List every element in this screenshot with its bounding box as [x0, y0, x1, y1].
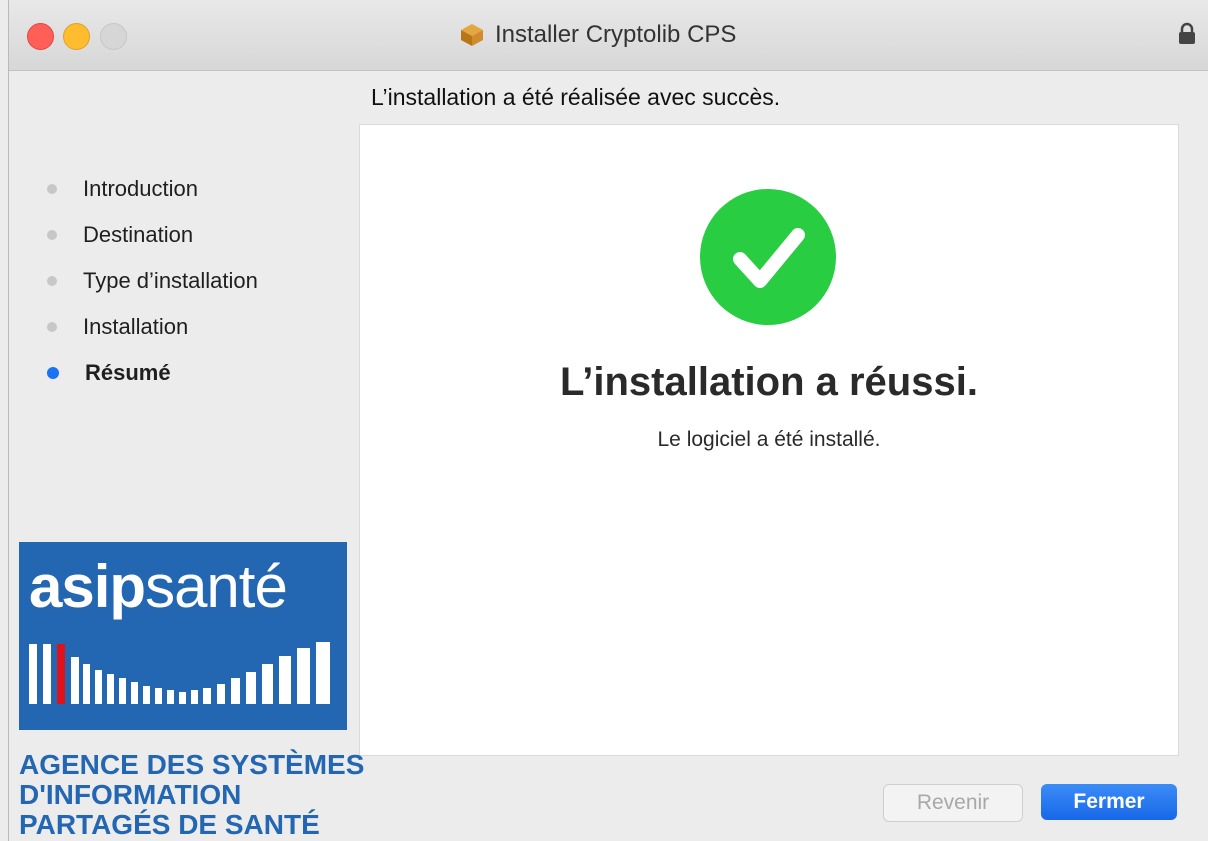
status-heading: L’installation a été réalisée avec succè…: [371, 84, 781, 110]
step-label: Installation: [83, 314, 189, 339]
step-installation-type: Type d’installation: [47, 258, 258, 304]
close-window-button[interactable]: [27, 23, 54, 50]
step-destination: Destination: [47, 212, 258, 258]
org-name-line: PARTAGÉS DE SANTÉ: [19, 809, 320, 840]
org-name: AGENCE DES SYSTÈMES D'INFORMATION PARTAG…: [19, 750, 364, 840]
org-name-line: AGENCE DES SYSTÈMES: [19, 749, 365, 780]
window-title-group: Installer Cryptolib CPS: [459, 18, 736, 52]
title-bar[interactable]: Installer Cryptolib CPS: [9, 0, 1208, 71]
zoom-window-button[interactable]: [100, 23, 127, 50]
step-label: Résumé: [85, 360, 171, 385]
close-button[interactable]: Fermer: [1041, 784, 1177, 820]
window-title: Installer Cryptolib CPS: [495, 21, 737, 48]
back-button[interactable]: Revenir: [883, 784, 1023, 822]
installer-window: Installer Cryptolib CPS L’installation a…: [8, 0, 1208, 841]
step-introduction: Introduction: [47, 166, 258, 212]
success-subtitle: Le logiciel a été installé.: [657, 428, 881, 451]
package-icon: [459, 22, 485, 48]
step-dot-active: [47, 367, 59, 379]
lock-icon: [1177, 22, 1197, 46]
steps-list: Introduction Destination Type d’installa…: [47, 166, 258, 396]
content-panel: L’installation a réussi. Le logiciel a é…: [359, 124, 1179, 756]
window-edge: [1196, 71, 1208, 841]
step-label: Introduction: [83, 176, 198, 201]
step-summary: Résumé: [47, 350, 258, 396]
step-dot: [47, 276, 57, 286]
asip-sante-logo: asipsanté: [19, 542, 347, 730]
step-label: Type d’installation: [83, 268, 258, 293]
success-title: L’installation a réussi.: [560, 360, 978, 404]
check-circle-icon: [700, 189, 836, 325]
step-dot: [47, 184, 57, 194]
step-label: Destination: [83, 222, 194, 247]
step-dot: [47, 322, 57, 332]
step-dot: [47, 230, 57, 240]
minimize-window-button[interactable]: [63, 23, 90, 50]
org-name-line: D'INFORMATION: [19, 779, 242, 810]
step-installation: Installation: [47, 304, 258, 350]
